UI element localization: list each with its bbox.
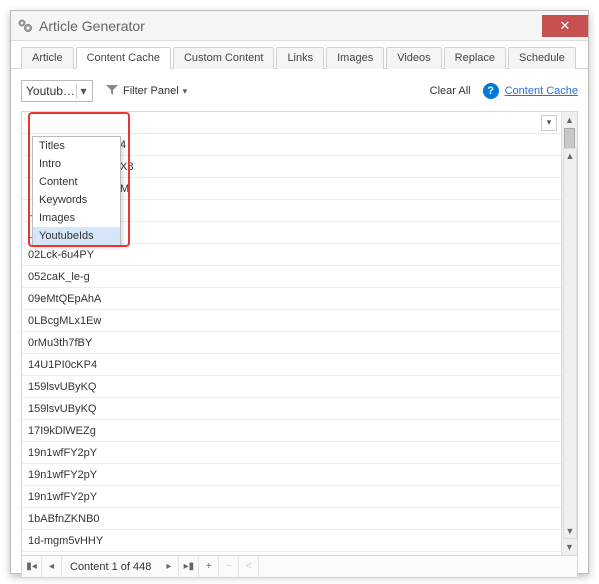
grid-header: ▾	[22, 112, 561, 134]
scroll-up-icon[interactable]: ▲	[564, 149, 576, 163]
table-row[interactable]: 02Lck-6u4PY	[22, 244, 561, 266]
tab-article[interactable]: Article	[21, 47, 74, 69]
statusbar: ▮◂ ◂ Content 1 of 448 ▸ ▸▮ + − <	[21, 556, 578, 578]
table-row[interactable]: 19n1wfFY2pY	[22, 442, 561, 464]
dropdown-option-intro[interactable]: Intro	[33, 155, 120, 173]
dropdown-option-content[interactable]: Content	[33, 173, 120, 191]
table-row[interactable]: 0rMu3th7fBY	[22, 332, 561, 354]
filter-panel-button[interactable]: Filter Panel	[123, 85, 179, 97]
chevron-down-icon: ▾	[76, 84, 90, 98]
window: Article Generator ✕ Article Content Cach…	[10, 10, 589, 574]
help-icon[interactable]: ?	[483, 83, 499, 99]
nav-back-button[interactable]: <	[239, 556, 259, 577]
column-dropdown[interactable]: Youtub… ▾	[21, 80, 93, 102]
tab-links[interactable]: Links	[276, 47, 324, 69]
nav-first-button[interactable]: ▮◂	[22, 556, 42, 577]
scroll-up-icon[interactable]: ▲	[562, 112, 577, 128]
tab-schedule[interactable]: Schedule	[508, 47, 576, 69]
dropdown-value: Youtub…	[26, 84, 76, 98]
table-row[interactable]: 1d-mgm5vHHY	[22, 530, 561, 552]
dropdown-option-youtubeids[interactable]: YoutubeIds	[33, 227, 120, 245]
titlebar: Article Generator ✕	[11, 11, 588, 41]
table-row[interactable]: 09eMtQEpAhA	[22, 288, 561, 310]
status-text: Content 1 of 448	[62, 561, 159, 573]
tab-content-cache[interactable]: Content Cache	[76, 47, 171, 69]
caret-down-icon: ▾	[183, 86, 188, 97]
tab-images[interactable]: Images	[326, 47, 384, 69]
dropdown-option-images[interactable]: Images	[33, 209, 120, 227]
scroll-down-icon[interactable]: ▼	[562, 539, 577, 555]
table-row[interactable]: 1bABfnZKNB0	[22, 508, 561, 530]
scroll-down-icon[interactable]: ▼	[564, 524, 576, 538]
nav-remove-button[interactable]: −	[219, 556, 239, 577]
nav-prev-button[interactable]: ◂	[42, 556, 62, 577]
outer-scrollbar[interactable]: ▲ ▼	[563, 148, 577, 539]
tab-replace[interactable]: Replace	[444, 47, 506, 69]
table-row[interactable]: 17I9kDlWEZg	[22, 420, 561, 442]
header-dropdown-icon[interactable]: ▾	[541, 115, 557, 131]
content-area: Youtub… ▾ Filter Panel ▾ Clear All ? Con…	[11, 69, 588, 571]
nav-last-button[interactable]: ▸▮	[179, 556, 199, 577]
gears-icon	[17, 18, 33, 34]
table-row[interactable]: 0LBcgMLx1Ew	[22, 310, 561, 332]
table-row[interactable]: 19n1wfFY2pY	[22, 486, 561, 508]
filter-icon	[105, 83, 119, 100]
nav-next-button[interactable]: ▸	[159, 556, 179, 577]
close-button[interactable]: ✕	[542, 15, 588, 37]
tabbar: Article Content Cache Custom Content Lin…	[11, 41, 588, 69]
table-row[interactable]: 14U1PI0cKP4	[22, 354, 561, 376]
nav-add-button[interactable]: +	[199, 556, 219, 577]
content-cache-link[interactable]: Content Cache	[505, 85, 578, 97]
table-row[interactable]: 159lsvUByKQ	[22, 376, 561, 398]
tab-videos[interactable]: Videos	[386, 47, 441, 69]
dropdown-option-titles[interactable]: Titles	[33, 137, 120, 155]
table-row[interactable]: 19n1wfFY2pY	[22, 464, 561, 486]
window-title: Article Generator	[39, 18, 542, 34]
dropdown-menu: Titles Intro Content Keywords Images You…	[32, 136, 121, 246]
dropdown-option-keywords[interactable]: Keywords	[33, 191, 120, 209]
clear-all-button[interactable]: Clear All	[430, 85, 471, 97]
toolbar: Youtub… ▾ Filter Panel ▾ Clear All ? Con…	[21, 79, 578, 103]
table-row[interactable]: 052caK_le-g	[22, 266, 561, 288]
table-row[interactable]: 159lsvUByKQ	[22, 398, 561, 420]
tab-custom-content[interactable]: Custom Content	[173, 47, 274, 69]
